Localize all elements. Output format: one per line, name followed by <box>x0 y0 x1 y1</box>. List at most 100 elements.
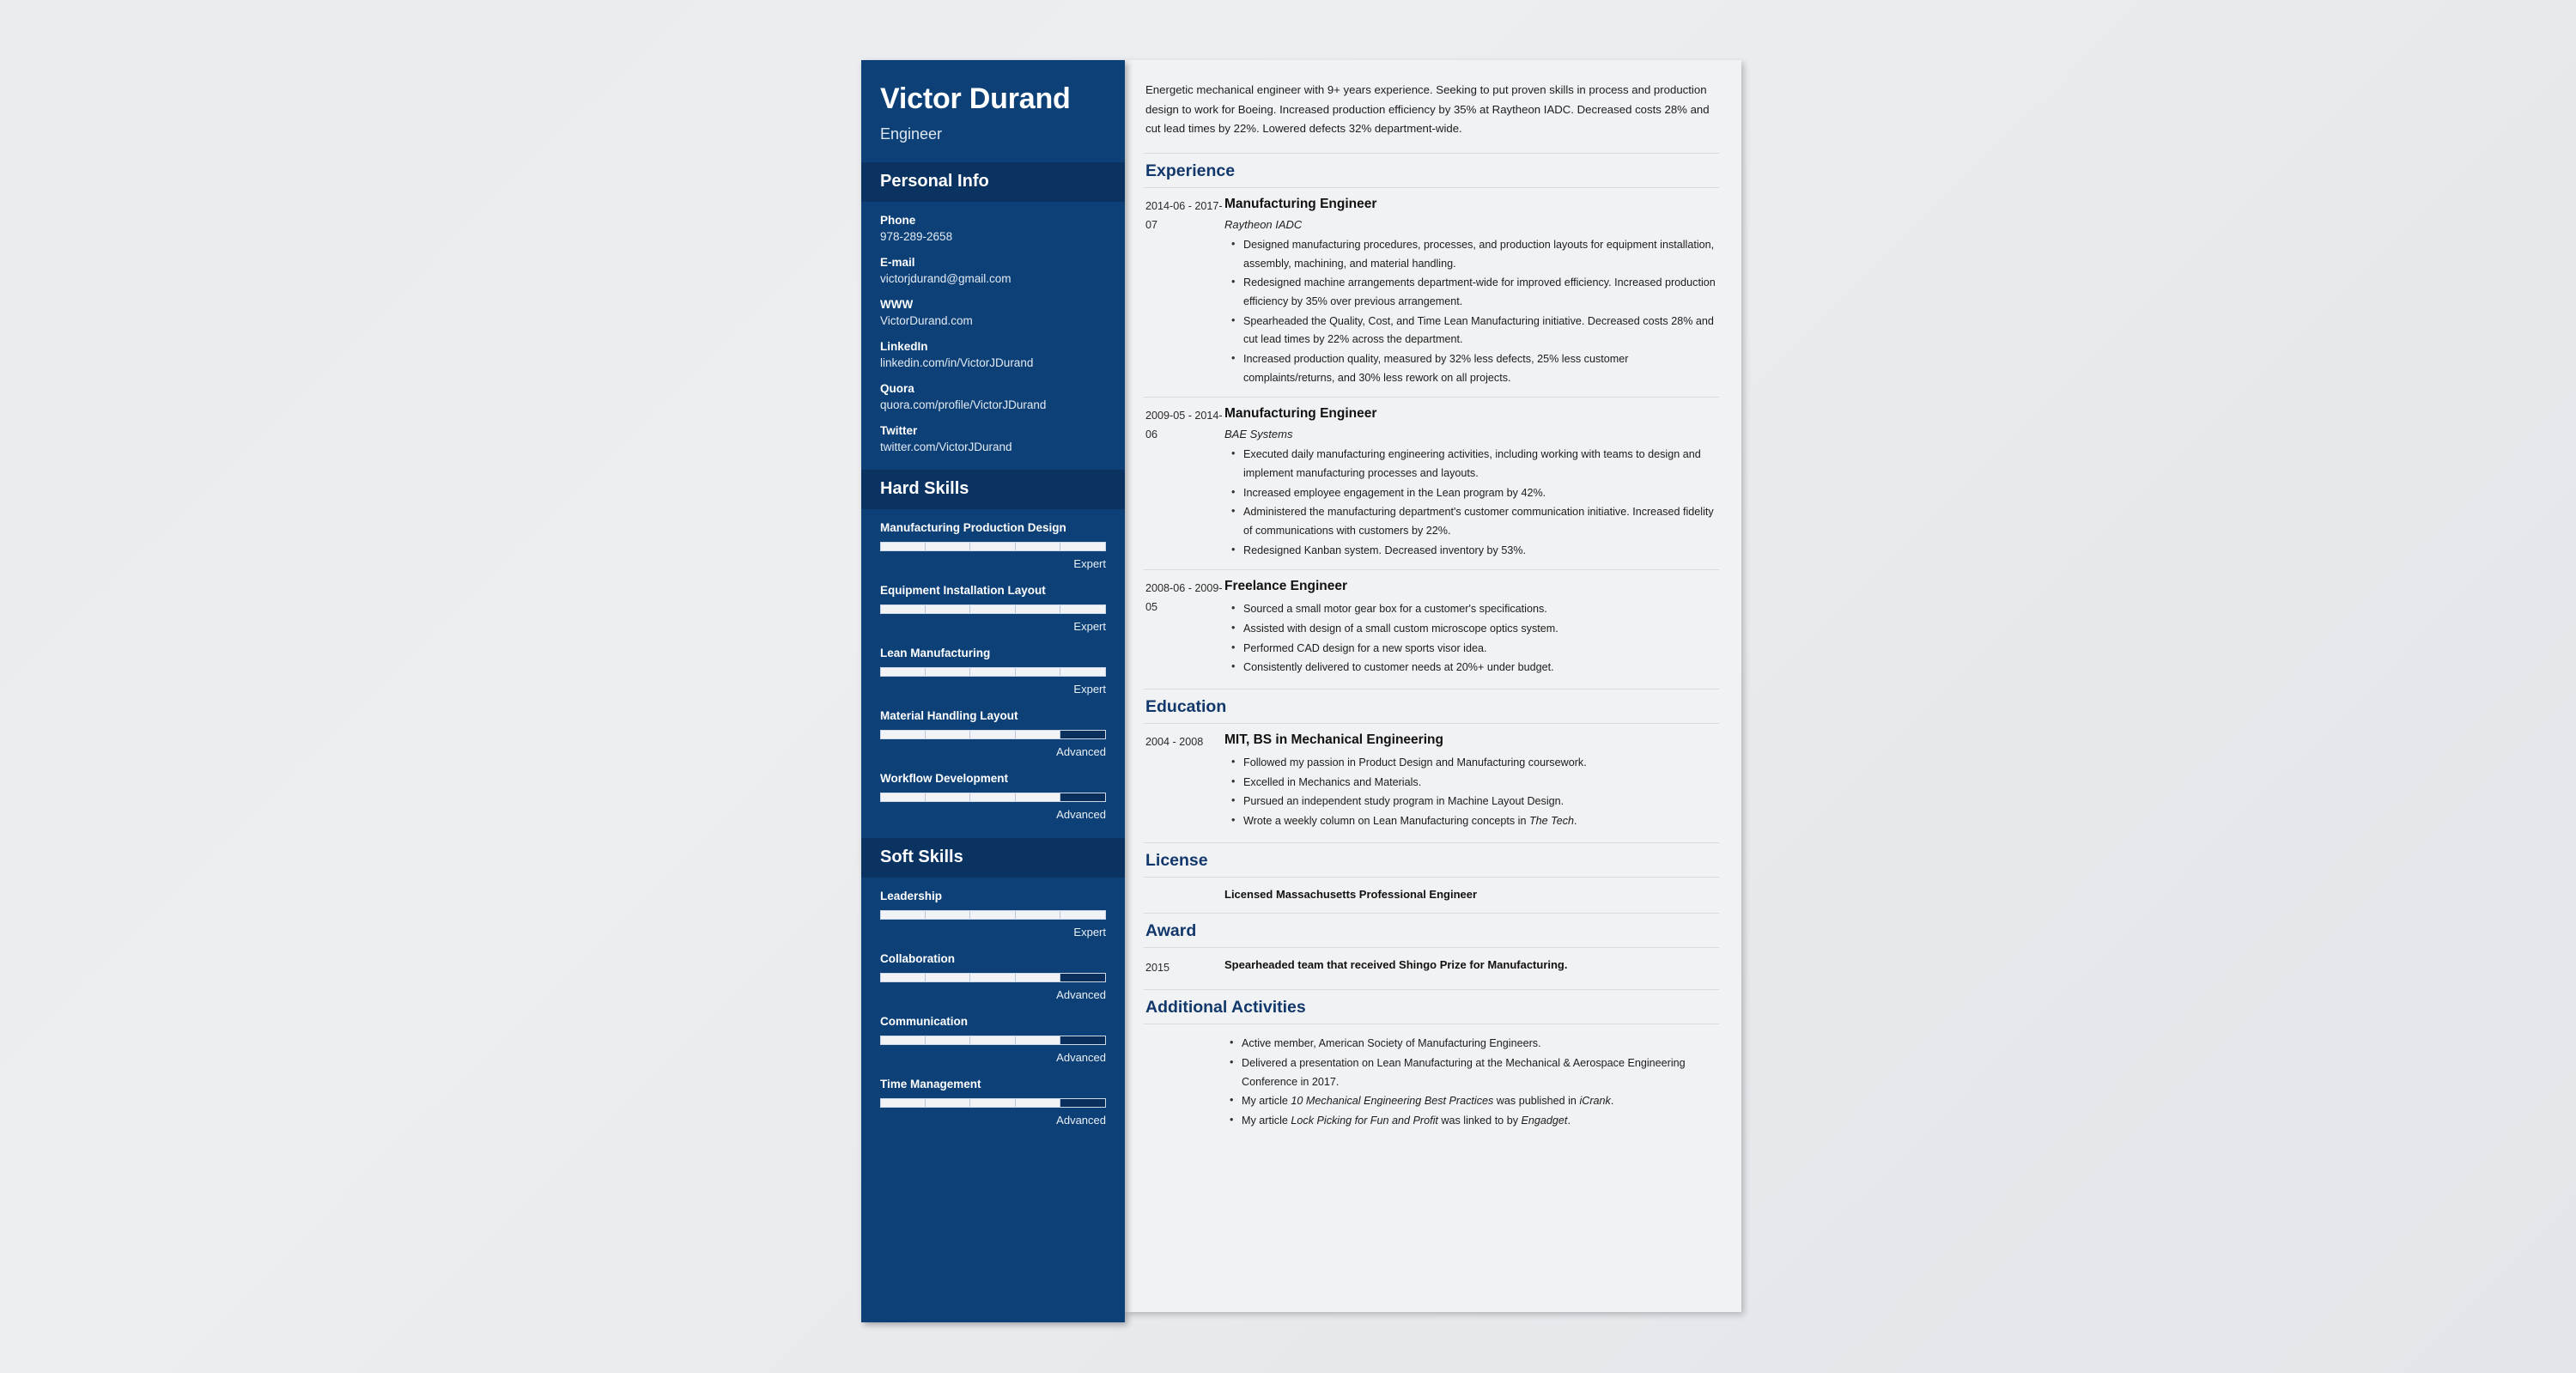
skill-bar-segment <box>970 667 1016 676</box>
activity-bullet: Delivered a presentation on Lean Manufac… <box>1230 1054 1717 1091</box>
activities-date-spacer <box>1144 1035 1223 1131</box>
contact-value[interactable]: linkedin.com/in/VictorJDurand <box>880 356 1106 369</box>
skill-bar-segment <box>970 793 1016 801</box>
contact-value[interactable]: VictorDurand.com <box>880 314 1106 327</box>
entry-bullet: Assisted with design of a small custom m… <box>1231 619 1717 639</box>
license-text: Licensed Massachusetts Professional Engi… <box>1224 887 1478 901</box>
entry-bullet: Designed manufacturing procedures, proce… <box>1231 235 1717 273</box>
skill-level-bar <box>880 604 1106 614</box>
entry-title: Freelance Engineer <box>1224 579 1348 594</box>
professional-summary: Energetic mechanical engineer with 9+ ye… <box>1145 83 1710 136</box>
skill-bar-segment <box>1015 604 1060 613</box>
contact-label: E-mail <box>880 255 915 269</box>
skill-bar-segment <box>881 730 927 738</box>
skill-name: Collaboration <box>880 951 955 965</box>
entry-title: Manufacturing Engineer <box>1224 406 1377 422</box>
skill-item: Equipment Installation Layout Expert <box>880 584 1106 633</box>
entry-bullet: Followed my passion in Product Design an… <box>1231 753 1717 773</box>
skill-bar-segment <box>1060 542 1105 550</box>
contact-item: LinkedIn linkedin.com/in/VictorJDurand <box>880 340 1106 369</box>
entry-bullet-list: Sourced a small motor gear box for a cus… <box>1224 599 1717 677</box>
skill-bar-segment <box>970 1036 1016 1044</box>
experience-entries: 2014-06 - 2017-07 Manufacturing Engineer R… <box>1144 187 1719 687</box>
entry-title: Manufacturing Engineer <box>1224 197 1377 212</box>
entry-bullet: Excelled in Mechanics and Materials. <box>1231 773 1717 793</box>
contact-item: WWW VictorDurand.com <box>880 298 1106 327</box>
contact-value[interactable]: quora.com/profile/VictorJDurand <box>880 398 1106 411</box>
skill-bar-segment <box>881 910 927 919</box>
skill-bar-segment <box>881 542 927 550</box>
contact-item: Twitter twitter.com/VictorJDurand <box>880 424 1106 453</box>
skill-level-bar <box>880 541 1106 551</box>
skill-level-label: Advanced <box>1056 1050 1106 1064</box>
entry-body: Freelance Engineer Sourced a small motor … <box>1224 579 1717 678</box>
education-section: Education 2004 - 2008 MIT, BS in Mechanic… <box>1144 688 1719 841</box>
contact-label: LinkedIn <box>880 339 928 353</box>
skill-bar-segment <box>881 1098 927 1107</box>
entry-bullet: Pursued an independent study program in … <box>1231 792 1717 811</box>
entry-date: 2009-05 - 2014-06 <box>1145 410 1223 441</box>
contact-value[interactable]: victorjdurand@gmail.com <box>880 272 1106 285</box>
candidate-role: Engineer <box>880 125 943 143</box>
entry-bullet-list: Designed manufacturing procedures, proce… <box>1224 235 1717 387</box>
skill-bar-segment <box>881 604 927 613</box>
candidate-name: Victor Durand <box>880 82 1071 115</box>
resume-entry: 2008-06 - 2009-05Freelance Engineer Sourc… <box>1144 569 1719 687</box>
hard-skills-list: Manufacturing Production Design Expert Equ… <box>861 509 1125 838</box>
skill-name: Equipment Installation Layout <box>880 583 1046 597</box>
sidebar-header: Victor Durand Engineer <box>861 60 1125 162</box>
skill-bar-segment <box>970 604 1016 613</box>
skill-item: Material Handling Layout Advanced <box>880 709 1106 758</box>
skill-level-bar <box>880 666 1106 677</box>
skill-bar-segment <box>881 793 927 801</box>
license-row: Licensed Massachusetts Professional Engi… <box>1144 876 1719 911</box>
skill-bar-segment <box>970 910 1016 919</box>
resume-entry: 2004 - 2008 MIT, BS in Mechanical Enginee… <box>1144 722 1719 841</box>
award-text: Spearheaded team that received Shingo Pr… <box>1224 957 1568 971</box>
award-row: 2015 Spearheaded team that received Shin… <box>1144 946 1719 988</box>
skill-bar-segment <box>1060 973 1105 981</box>
section-title-experience: Experience <box>1144 153 1719 187</box>
skill-bar-segment <box>1015 973 1060 981</box>
entry-bullet: Increased production quality, measured b… <box>1231 349 1717 387</box>
section-title-award: Award <box>1144 912 1719 947</box>
entry-company: Raytheon IADC <box>1224 218 1303 232</box>
skill-level-label: Expert <box>1073 682 1106 696</box>
contact-label: Twitter <box>880 423 918 437</box>
skill-bar-segment <box>926 542 971 550</box>
additional-activities-row: Active member, American Society of Manuf… <box>1144 1024 1719 1136</box>
skill-bar-segment <box>926 1036 971 1044</box>
skill-bar-segment <box>926 793 971 801</box>
entry-body: Manufacturing Engineer BAE Systems Execute… <box>1224 406 1717 561</box>
skill-bar-segment <box>1015 542 1060 550</box>
skill-bar-segment <box>1015 730 1060 738</box>
skill-name: Material Handling Layout <box>880 708 1018 722</box>
skill-level-label: Advanced <box>1056 807 1106 821</box>
skill-level-label: Expert <box>1073 619 1106 633</box>
entry-bullet: Spearheaded the Quality, Cost, and Time … <box>1231 312 1717 349</box>
additional-activities-list: Active member, American Society of Manuf… <box>1223 1034 1717 1131</box>
skill-bar-segment <box>1060 910 1105 919</box>
skill-level-bar <box>880 792 1106 802</box>
section-title-soft-skills: Soft Skills <box>861 837 1125 878</box>
skill-name: Workflow Development <box>880 771 1009 785</box>
skill-bar-segment <box>970 973 1016 981</box>
resume-sidebar: Victor Durand Engineer Personal Info Pho… <box>861 60 1125 1322</box>
skill-level-label: Advanced <box>1056 1113 1106 1127</box>
entry-bullet: Executed daily manufacturing engineering… <box>1231 445 1717 483</box>
skill-level-label: Expert <box>1073 925 1106 939</box>
skill-item: Communication Advanced <box>880 1015 1106 1064</box>
resume-page: Victor Durand Engineer Personal Info Pho… <box>861 60 1741 1322</box>
skill-bar-segment <box>1060 604 1105 613</box>
section-title-additional-activities: Additional Activities <box>1144 989 1719 1024</box>
contact-value[interactable]: 978-289-2658 <box>880 230 1106 243</box>
entry-body: MIT, BS in Mechanical Engineering Followe… <box>1224 732 1717 832</box>
skill-name: Leadership <box>880 889 943 902</box>
experience-section: Experience 2014-06 - 2017-07 Manufacturin… <box>1144 153 1719 687</box>
skill-item: Collaboration Advanced <box>880 952 1106 1001</box>
entry-bullet: Sourced a small motor gear box for a cus… <box>1231 599 1717 619</box>
contact-value[interactable]: twitter.com/VictorJDurand <box>880 440 1106 453</box>
activity-bullet: My article 10 Mechanical Engineering Bes… <box>1230 1091 1717 1111</box>
skill-bar-segment <box>881 973 927 981</box>
resume-entry: 2009-05 - 2014-06 Manufacturing Engineer B… <box>1144 397 1719 569</box>
